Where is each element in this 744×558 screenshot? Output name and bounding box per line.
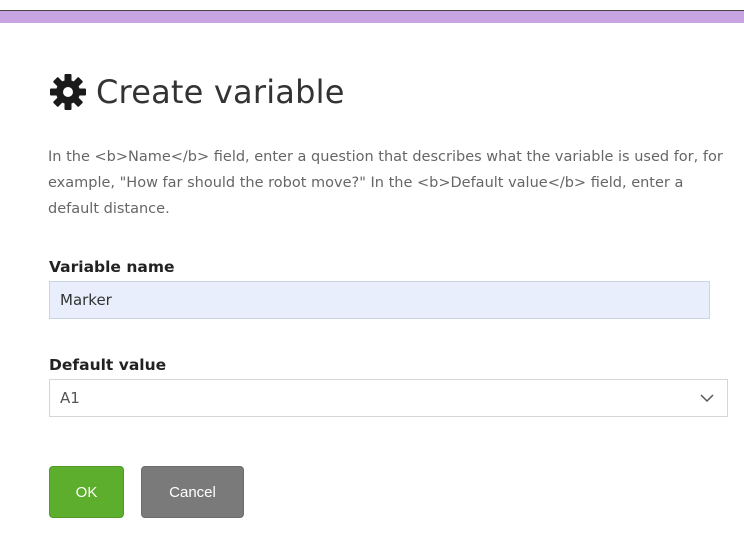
chevron-down-icon [699,390,715,406]
ok-button[interactable]: OK [49,466,124,518]
dialog-title-text: Create variable [96,73,345,111]
create-variable-dialog: Create variable In the <b>Name</b> field… [0,0,744,558]
variable-name-input[interactable]: Marker [49,281,710,319]
variable-name-label: Variable name [49,258,175,276]
dialog-description: In the <b>Name</b> field, enter a questi… [48,149,723,217]
dialog-title: Create variable [48,72,345,112]
variable-name-value: Marker [60,291,112,309]
default-value-selected: A1 [60,389,80,407]
default-value-label: Default value [49,356,167,374]
default-value-select[interactable]: A1 [49,379,728,417]
top-accent-bar [0,10,744,23]
cancel-button[interactable]: Cancel [141,466,244,518]
gear-icon [48,72,88,112]
